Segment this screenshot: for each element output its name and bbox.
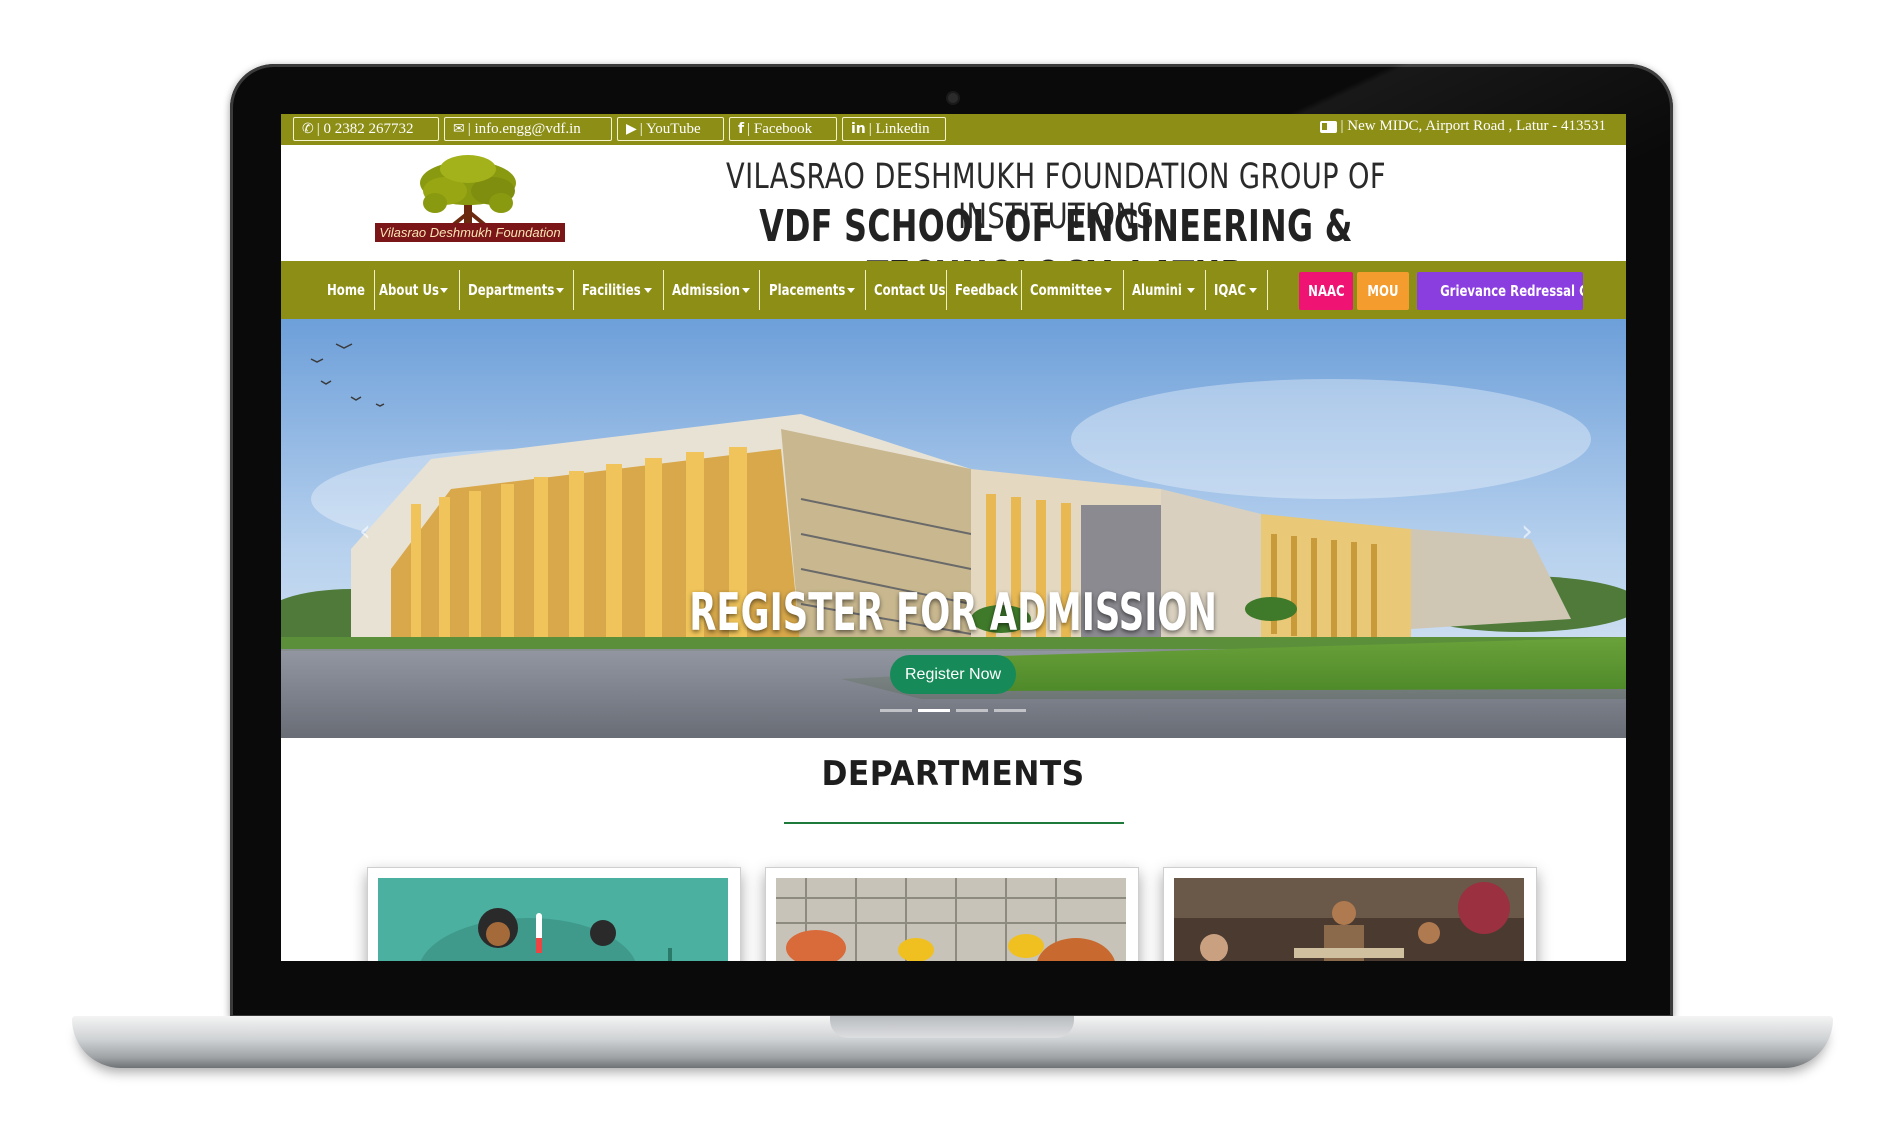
phone-icon: ✆: [302, 121, 314, 137]
grievance-label: Grievance Redressal Cell: [1440, 282, 1583, 300]
department-image-civil: [776, 878, 1126, 961]
chevron-down-icon: [644, 288, 652, 293]
nav-about-us-label: About Us: [379, 281, 439, 299]
nav-separator: [1021, 270, 1022, 310]
next-slide-icon[interactable]: ›: [1521, 514, 1533, 549]
nav-contact-us[interactable]: Contact Us: [874, 261, 966, 319]
slide-indicator[interactable]: [956, 709, 988, 712]
nav-separator: [459, 270, 460, 310]
nav-separator: [663, 270, 664, 310]
chevron-down-icon: [847, 288, 855, 293]
nav-admission-label: Admission: [672, 281, 740, 299]
linkedin-text: | Linkedin: [868, 121, 930, 137]
address: | New MIDC, Airport Road , Latur - 41353…: [1319, 118, 1606, 135]
email-text: | info.engg@vdf.in: [467, 121, 581, 137]
chevron-down-icon: [440, 288, 448, 293]
chevron-down-icon: [556, 288, 564, 293]
contact-topbar: ✆ | 0 2382 267732 ✉ | info.engg@vdf.in ▶…: [281, 114, 1626, 145]
phone-text: | 0 2382 267732: [316, 121, 414, 137]
nav-committee-label: Committee: [1030, 281, 1103, 299]
nav-separator: [1267, 270, 1268, 310]
department-card[interactable]: [367, 867, 741, 961]
department-image-science: [378, 878, 728, 961]
id-card-icon: [1319, 120, 1337, 133]
heading-underline: [784, 822, 1124, 824]
youtube-link[interactable]: ▶ | YouTube: [617, 117, 724, 141]
nav-feedback[interactable]: Feedback: [955, 261, 1035, 319]
nav-home[interactable]: Home: [327, 261, 376, 319]
grievance-redressal-button[interactable]: Grievance Redressal Cell: [1417, 272, 1583, 310]
facebook-text: | Facebook: [747, 121, 813, 137]
nav-separator: [946, 270, 947, 310]
nav-alumini-label: Alumini: [1132, 281, 1182, 299]
prev-slide-icon[interactable]: ‹: [359, 514, 371, 549]
nav-home-label: Home: [327, 281, 365, 299]
nav-facilities-label: Facilities: [582, 281, 641, 299]
laptop-notch: [830, 1016, 1074, 1038]
linkedin-icon: in: [851, 121, 866, 137]
nav-separator: [1123, 270, 1124, 310]
departments-heading-text: DEPARTMENTS: [821, 754, 1086, 794]
camera-icon: [948, 93, 958, 103]
department-card[interactable]: [1163, 867, 1537, 961]
envelope-icon: ✉: [453, 121, 465, 137]
vdf-logo[interactable]: Vilasrao Deshmukh Foundation: [375, 153, 565, 245]
slide-indicator-active[interactable]: [918, 709, 950, 712]
chevron-down-icon: [742, 288, 750, 293]
mou-label: MOU: [1367, 282, 1399, 300]
main-navbar: Home About Us Departments Facilities Adm…: [281, 261, 1626, 319]
slide-indicator[interactable]: [994, 709, 1026, 712]
departments-heading: DEPARTMENTS: [281, 754, 1626, 794]
email-link[interactable]: ✉ | info.engg@vdf.in: [444, 117, 612, 141]
nav-separator: [573, 270, 574, 310]
nav-placements-label: Placements: [769, 281, 846, 299]
slide-indicator[interactable]: [880, 709, 912, 712]
site-header: Vilasrao Deshmukh Foundation VILASRAO DE…: [281, 145, 1626, 303]
address-text: | New MIDC, Airport Road , Latur - 41353…: [1340, 118, 1606, 134]
department-image-mechanical: [1174, 878, 1524, 961]
nav-feedback-label: Feedback: [955, 281, 1018, 299]
nav-separator: [374, 270, 375, 310]
chevron-down-icon: [1249, 288, 1257, 293]
youtube-icon: ▶: [626, 121, 637, 137]
chevron-down-icon: [1104, 288, 1112, 293]
nav-separator: [1205, 270, 1206, 310]
nav-contact-us-label: Contact Us: [874, 281, 946, 299]
naac-label: NAAC: [1307, 282, 1345, 300]
hero-heading-text: REGISTER FOR ADMISSION: [689, 583, 1218, 643]
nav-separator: [865, 270, 866, 310]
logo-text: Vilasrao Deshmukh Foundation: [375, 223, 565, 242]
facebook-link[interactable]: f | Facebook: [729, 117, 837, 141]
linkedin-link[interactable]: in | Linkedin: [842, 117, 946, 141]
phone-link[interactable]: ✆ | 0 2382 267732: [293, 117, 439, 141]
nav-iqac-label: IQAC: [1214, 281, 1246, 299]
youtube-text: | YouTube: [639, 121, 701, 137]
mou-button[interactable]: MOU: [1357, 272, 1409, 310]
naac-button[interactable]: NAAC: [1299, 272, 1353, 310]
browser-screen: ✆ | 0 2382 267732 ✉ | info.engg@vdf.in ▶…: [281, 114, 1626, 961]
nav-separator: [759, 270, 760, 310]
chevron-down-icon: [1187, 288, 1195, 293]
nav-departments-label: Departments: [468, 281, 555, 299]
hero-slider: ‹ › REGISTER FOR ADMISSION Register Now: [281, 319, 1626, 738]
department-card[interactable]: [765, 867, 1139, 961]
hero-heading: REGISTER FOR ADMISSION: [281, 583, 1626, 643]
facebook-icon: f: [738, 121, 745, 137]
register-now-button[interactable]: Register Now: [890, 655, 1016, 694]
